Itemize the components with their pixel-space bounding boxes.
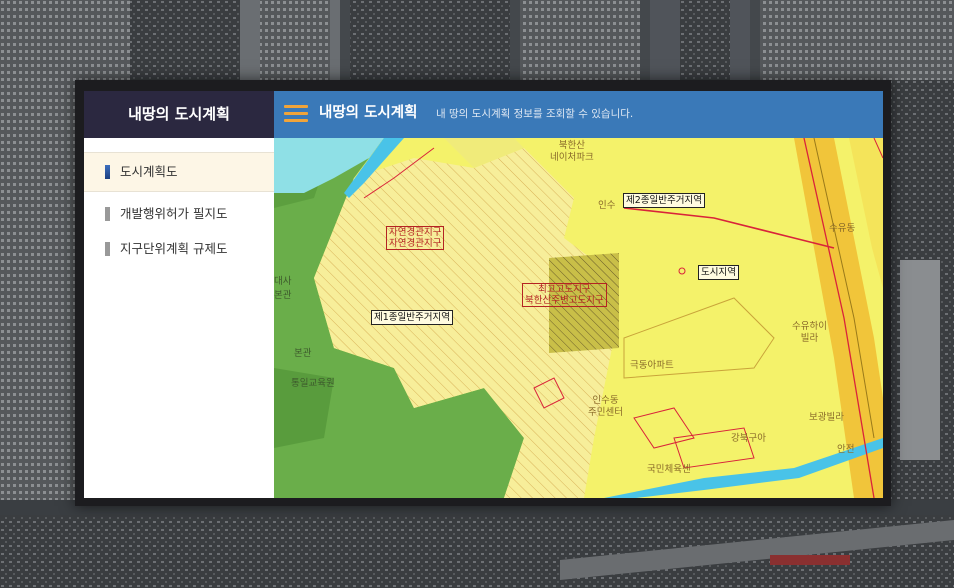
map-canvas [274,138,883,498]
zone-label: 제1종일반주거지역 [371,310,453,325]
zone-label: 도시지역 [698,265,739,280]
zone-label: 제2종일반주거지역 [623,193,705,208]
bullet-icon [105,242,110,256]
sidebar: 도시계획도 개발행위허가 필지도 지구단위계획 규제도 [84,138,274,498]
bullet-icon [105,207,110,221]
place-label: 국민체육센 [647,464,691,475]
sidebar-item-label: 지구단위계획 규제도 [120,241,228,256]
sidebar-item-development-permit-map[interactable]: 개발행위허가 필지도 [84,195,274,233]
place-label: 수유동 [829,223,856,234]
active-marker-icon [105,165,110,179]
place-label: 인수 [598,200,616,211]
place-label: 본관 [294,348,312,359]
place-label: 통일교육원 [291,378,335,389]
place-label: 북한산 네이처파크 [550,140,594,163]
brand-title[interactable]: 내땅의 도시계획 [84,91,274,138]
map-view[interactable]: 제2종일반주거지역 도시지역 제1종일반주거지역 자연경관지구 자연경관지구 최… [274,138,883,498]
top-bar: 내땅의 도시계획 내 땅의 도시계획 정보를 조회할 수 있습니다. [274,91,883,138]
place-label: 안전 [837,444,855,455]
place-label: 강북구아 [731,433,766,444]
place-label: 보광빌라 [809,412,844,423]
page-title: 내땅의 도시계획 [319,105,418,121]
sidebar-item-district-plan-map[interactable]: 지구단위계획 규제도 [84,230,274,268]
place-label: 인수동 주민센터 [588,395,623,418]
page-description: 내 땅의 도시계획 정보를 조회할 수 있습니다. [436,108,634,120]
district-label: 자연경관지구 자연경관지구 [386,226,445,250]
sidebar-item-label: 개발행위허가 필지도 [120,206,228,221]
sidebar-item-urban-plan-map[interactable]: 도시계획도 [84,152,274,192]
place-label: 극동아파트 [630,360,674,371]
place-label: 본관 [274,290,292,301]
place-label: 대사 [274,276,292,287]
place-label: 수유하이 빌라 [792,321,827,344]
app-window: 내땅의 도시계획 내땅의 도시계획 내 땅의 도시계획 정보를 조회할 수 있습… [75,80,891,506]
district-label: 최고고도지구 북한산주변고도지구 [522,283,607,307]
menu-icon[interactable] [284,105,308,123]
sidebar-item-label: 도시계획도 [120,164,178,179]
